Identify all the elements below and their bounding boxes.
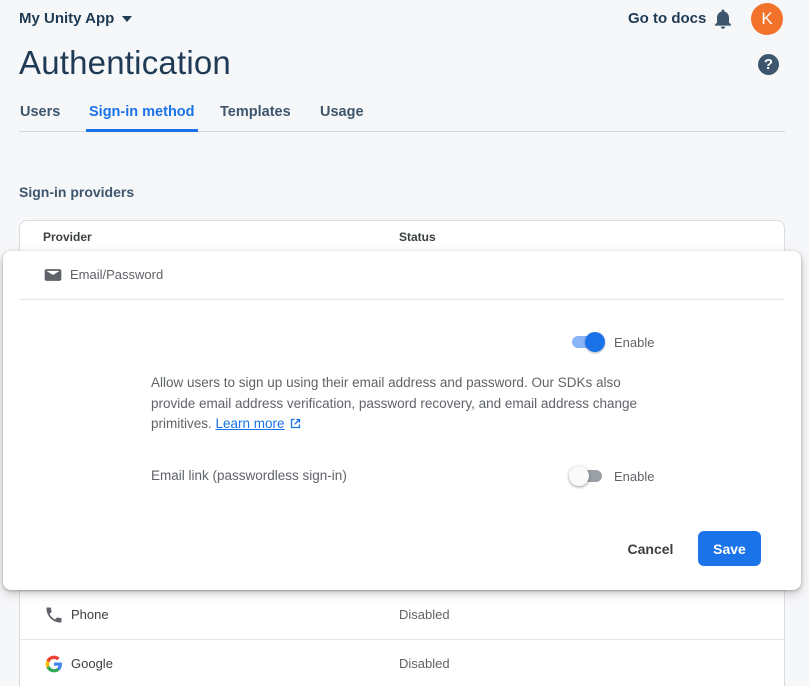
section-title: Sign-in providers: [19, 184, 135, 200]
tab-templates[interactable]: Templates: [220, 104, 291, 132]
email-password-panel: Email/Password Enable Allow users to sig…: [3, 251, 801, 590]
app-switcher[interactable]: My Unity App: [19, 10, 133, 27]
user-avatar[interactable]: K: [751, 3, 783, 35]
go-to-docs-link[interactable]: Go to docs: [628, 10, 706, 27]
notifications-bell-icon[interactable]: [713, 8, 733, 30]
google-icon: [44, 654, 64, 674]
tab-users[interactable]: Users: [20, 104, 60, 132]
provider-description: Allow users to sign up using their email…: [151, 373, 661, 435]
tab-sign-in-method[interactable]: Sign-in method: [86, 104, 198, 132]
provider-name: Google: [71, 656, 113, 671]
save-button[interactable]: Save: [698, 531, 761, 566]
cancel-button[interactable]: Cancel: [613, 531, 688, 566]
email-link-label: Email link (passwordless sign-in): [151, 468, 347, 483]
external-link-icon[interactable]: [289, 416, 302, 429]
tab-usage[interactable]: Usage: [320, 104, 364, 132]
provider-name: Phone: [71, 607, 109, 622]
email-link-toggle[interactable]: [569, 466, 603, 486]
page-title: Authentication: [19, 44, 231, 81]
toggle-knob: [585, 332, 605, 352]
mail-icon: [43, 265, 63, 285]
provider-status: Disabled: [399, 656, 450, 671]
enable-toggle[interactable]: [571, 332, 605, 352]
top-bar: My Unity App Go to docs K: [0, 0, 809, 38]
email-link-enable-label: Enable: [614, 469, 655, 484]
phone-icon: [44, 605, 64, 625]
help-icon[interactable]: ?: [758, 54, 779, 75]
column-header-provider: Provider: [43, 230, 92, 244]
provider-name: Email/Password: [70, 267, 164, 282]
caret-down-icon: [122, 16, 133, 22]
learn-more-link[interactable]: Learn more: [216, 416, 285, 431]
enable-label: Enable: [614, 335, 655, 350]
app-name: My Unity App: [19, 10, 115, 27]
panel-header: Email/Password: [19, 251, 785, 300]
column-header-status: Status: [399, 230, 436, 244]
toggle-knob: [569, 466, 589, 486]
provider-status: Disabled: [399, 607, 450, 622]
tab-bar: Users Sign-in method Templates Usage: [19, 104, 785, 132]
provider-row-google[interactable]: Google Disabled: [20, 639, 784, 686]
provider-row-phone[interactable]: Phone Disabled: [20, 590, 784, 639]
